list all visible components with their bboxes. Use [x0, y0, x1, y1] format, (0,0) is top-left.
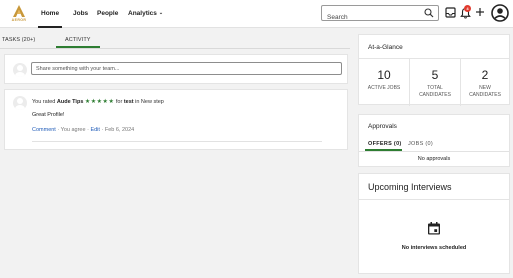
- logo-text: AEROR: [11, 18, 27, 22]
- comment-link[interactable]: Comment: [32, 127, 56, 133]
- avatar: [13, 96, 27, 110]
- stat-value: 10: [377, 68, 391, 82]
- edit-link[interactable]: Edit: [90, 127, 99, 133]
- activity-actions: Comment · You agree · Edit · Feb 6, 2024: [32, 127, 134, 133]
- activity-date: Feb 6, 2024: [104, 127, 135, 133]
- activity-comment: Great Profile!: [32, 112, 65, 118]
- separator: ·: [101, 127, 104, 133]
- search-box: [321, 5, 439, 25]
- brand-logo[interactable]: AEROR: [6, 4, 32, 24]
- job-name[interactable]: test: [124, 99, 134, 105]
- panel-title: Upcoming Interviews: [368, 182, 452, 192]
- at-a-glance-panel: At-a-Glance 10 ACTIVE JOBS 5 TOTAL CANDI…: [358, 34, 510, 106]
- top-navigation-bar: AEROR Home Jobs People Analytics⌄ 4: [0, 0, 513, 28]
- notification-badge: 4: [464, 5, 471, 12]
- calendar-icon: [428, 222, 440, 235]
- nav-analytics[interactable]: Analytics ⌄: [128, 0, 163, 28]
- candidate-name[interactable]: Aude Tips: [57, 99, 84, 105]
- user-avatar-icon[interactable]: [491, 4, 509, 22]
- stat-active-jobs[interactable]: 10 ACTIVE JOBS: [359, 59, 409, 106]
- nav-home[interactable]: Home: [37, 0, 63, 28]
- tab-offers[interactable]: OFFERS (0): [368, 141, 402, 147]
- panel-title: At-a-Glance: [368, 44, 403, 51]
- search-icon[interactable]: [424, 8, 434, 18]
- agree-text: You agree: [60, 127, 86, 133]
- divider: [32, 141, 322, 142]
- nav-people[interactable]: People: [97, 0, 118, 28]
- separator: ·: [57, 127, 60, 133]
- plus-icon[interactable]: [475, 7, 485, 17]
- tabs-divider: [359, 151, 509, 152]
- stat-value: 2: [481, 68, 489, 82]
- logo-mark-icon: [13, 5, 25, 17]
- rating-stars: ★★★★★: [84, 99, 115, 105]
- nav-jobs[interactable]: Jobs: [73, 0, 88, 28]
- stat-value: 5: [431, 68, 439, 82]
- share-input[interactable]: [31, 62, 342, 75]
- upcoming-interviews-panel: Upcoming Interviews No interviews schedu…: [358, 173, 510, 274]
- tab-activity[interactable]: ACTIVITY: [65, 37, 91, 43]
- avatar: [13, 63, 27, 77]
- nav-analytics-label: Analytics: [128, 10, 157, 17]
- activity-item: You rated Aude Tips ★★★★★ for test in Ne…: [4, 89, 348, 150]
- activity-prefix: You rated: [32, 99, 56, 105]
- tab-tasks[interactable]: TASKS (20+): [2, 37, 35, 43]
- divider: [359, 199, 509, 200]
- activity-step: in New step: [135, 99, 164, 105]
- tabs-divider: [0, 48, 350, 49]
- chevron-down-icon: ⌄: [158, 10, 164, 16]
- panel-title: Approvals: [368, 123, 397, 130]
- search-input[interactable]: [322, 10, 417, 25]
- separator: ·: [87, 127, 89, 133]
- empty-state-text: No approvals: [417, 156, 451, 162]
- stat-new-candidates[interactable]: 2 NEW CANDIDATES: [460, 59, 509, 106]
- stat-label: ACTIVE JOBS: [367, 85, 401, 91]
- stat-label: NEW CANDIDATES: [469, 85, 501, 98]
- activity-for: for: [115, 99, 123, 105]
- empty-state-text: No interviews scheduled: [401, 245, 467, 251]
- stat-label: TOTAL CANDIDATES: [419, 85, 451, 98]
- stat-total-candidates[interactable]: 5 TOTAL CANDIDATES: [409, 59, 460, 106]
- approvals-panel: Approvals OFFERS (0) JOBS (0) No approva…: [358, 114, 510, 167]
- activity-summary: You rated Aude Tips ★★★★★ for test in Ne…: [32, 98, 164, 105]
- inbox-icon[interactable]: [445, 7, 456, 18]
- post-composer: [4, 54, 348, 84]
- glance-stats: 10 ACTIVE JOBS 5 TOTAL CANDIDATES 2 NEW …: [359, 58, 509, 106]
- tab-jobs[interactable]: JOBS (0): [408, 141, 433, 147]
